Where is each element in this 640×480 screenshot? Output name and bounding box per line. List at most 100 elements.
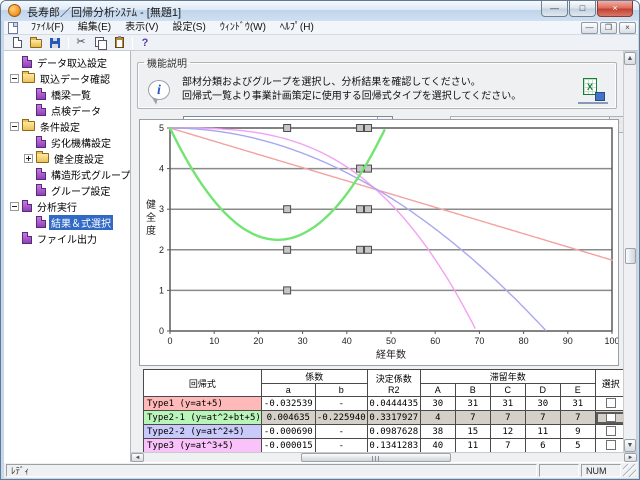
col-header-year-D: D — [525, 384, 560, 397]
cell-year-E: 5 — [560, 439, 595, 453]
mdi-minimize-button[interactable]: — — [581, 22, 598, 34]
tree-item-7[interactable]: 構造形式グループ設定 — [4, 166, 130, 182]
menu-item-0[interactable]: ﾌｧｲﾙ(F) — [24, 21, 71, 35]
minimize-button[interactable]: — — [541, 1, 568, 17]
select-cell — [595, 425, 626, 439]
scroll-down-icon[interactable]: ▼ — [624, 439, 636, 452]
save-button[interactable] — [46, 36, 64, 50]
cell-r2: 0.0987628 — [367, 425, 420, 439]
menu-item-5[interactable]: ﾍﾙﾌﾟ(H) — [273, 21, 321, 35]
new-file-button[interactable] — [8, 36, 26, 50]
tree-item-label: ファイル出力 — [35, 231, 99, 246]
menu-item-3[interactable]: 設定(S) — [165, 21, 212, 35]
horizontal-scrollbar[interactable]: ◄ ► — [131, 452, 637, 462]
tree-item-10[interactable]: 結果＆式選択 — [4, 214, 130, 230]
x-axis-title: 経年数 — [376, 348, 406, 361]
maximize-button[interactable]: □ — [569, 1, 596, 17]
cut-button[interactable]: ✂ — [72, 36, 90, 50]
paste-icon — [115, 37, 124, 48]
open-file-button[interactable] — [27, 36, 45, 50]
tree-item-2[interactable]: 橋梁一覧 — [4, 86, 130, 102]
menu-item-1[interactable]: 編集(E) — [71, 21, 118, 35]
col-header-select: 選択 — [595, 370, 626, 397]
tree-item-5[interactable]: 劣化機構設定 — [4, 134, 130, 150]
cell-year-C: 7 — [490, 411, 525, 425]
x-tick-label: 0 — [167, 336, 172, 346]
y-tick-label: 0 — [159, 326, 164, 336]
plot-border — [170, 128, 612, 331]
x-tick-label: 80 — [519, 336, 529, 346]
help-icon: ? — [142, 37, 149, 49]
help-button[interactable]: ? — [136, 36, 154, 50]
document-icon — [36, 184, 46, 196]
cut-icon: ✂ — [76, 37, 85, 48]
select-checkbox[interactable] — [606, 398, 616, 408]
select-checkbox[interactable] — [606, 426, 616, 436]
tree-item-9[interactable]: 分析実行 — [4, 198, 130, 214]
folder-icon — [36, 153, 49, 163]
tree-item-11[interactable]: ファイル出力 — [4, 230, 130, 246]
cell-year-D: 30 — [525, 397, 560, 411]
menu-item-4[interactable]: ｳｨﾝﾄﾞｳ(W) — [213, 21, 273, 35]
vertical-scroll-thumb[interactable] — [625, 248, 636, 264]
folder-icon — [22, 73, 35, 83]
tree-item-0[interactable]: データ取込設定 — [4, 54, 130, 70]
data-point-marker — [284, 246, 291, 253]
mdi-restore-button[interactable]: ❐ — [600, 22, 617, 34]
col-header-year-B: B — [455, 384, 490, 397]
tree-item-label: データ取込設定 — [35, 55, 109, 70]
excel-export-button[interactable]: X — [578, 76, 608, 104]
tree-item-label: 橋梁一覧 — [49, 87, 93, 102]
data-point-marker — [284, 287, 291, 294]
tree-item-6[interactable]: 健全度設定 — [4, 150, 130, 166]
collapse-icon[interactable] — [10, 74, 19, 83]
table-row-type2-1[interactable]: Type2-1 (y=at^2+bt+5)0.004635-0.2259400.… — [144, 411, 627, 425]
mdi-close-button[interactable]: × — [619, 22, 636, 34]
cell-year-C: 31 — [490, 397, 525, 411]
table-row-type3[interactable]: Type3 (y=at^3+5)-0.000015-0.134128340117… — [144, 439, 627, 453]
mdi-child-icon[interactable] — [8, 22, 18, 34]
cell-year-E: 31 — [560, 397, 595, 411]
x-tick-label: 60 — [430, 336, 440, 346]
info-icon: i — [148, 80, 170, 100]
data-point-marker — [365, 206, 372, 213]
horizontal-scroll-thumb[interactable] — [301, 453, 451, 462]
paste-button[interactable] — [110, 36, 128, 50]
y-tick-label: 1 — [159, 285, 164, 295]
tree-item-8[interactable]: グループ設定 — [4, 182, 130, 198]
table-row-type2-2[interactable]: Type2-2 (y=at^2+5)-0.000690-0.0987628381… — [144, 425, 627, 439]
data-point-marker — [365, 246, 372, 253]
tree-item-label: 健全度設定 — [52, 151, 106, 166]
select-cell — [595, 439, 626, 453]
table-row-type1[interactable]: Type1 (y=at+5)-0.032539-0.04444353031313… — [144, 397, 627, 411]
folder-icon — [22, 121, 35, 131]
copy-button[interactable] — [91, 36, 109, 50]
tree-item-4[interactable]: 条件設定 — [4, 118, 130, 134]
regression-table: 回帰式係数決定係数R2滞留年数選択abABCDEType1 (y=at+5)-0… — [143, 369, 627, 453]
titlebar[interactable]: 長寿郎／回帰分析ｼｽﾃﾑ - [無題1] — □ × — [1, 1, 639, 21]
cell-year-D: 6 — [525, 439, 560, 453]
data-point-marker — [357, 246, 364, 253]
tree-item-label: 分析実行 — [35, 199, 79, 214]
col-header-residence-years: 滞留年数 — [420, 370, 595, 384]
cell-b: -0.225940 — [315, 411, 367, 425]
close-button[interactable]: × — [597, 1, 633, 17]
scroll-up-icon[interactable]: ▲ — [624, 52, 636, 65]
document-icon — [36, 88, 46, 100]
scroll-left-icon[interactable]: ◄ — [131, 453, 144, 462]
select-checkbox[interactable] — [606, 440, 616, 450]
vertical-scrollbar[interactable]: ▲ ▼ — [623, 51, 637, 453]
tree-item-3[interactable]: 点検データ — [4, 102, 130, 118]
resize-grip[interactable] — [623, 464, 636, 477]
instruction-line-1: 部材分類およびグループを選択し、分析結果を確認してください。 — [182, 76, 521, 90]
select-checkbox[interactable] — [606, 412, 616, 422]
collapse-icon[interactable] — [10, 202, 19, 211]
scroll-right-icon[interactable]: ► — [624, 453, 637, 462]
expand-icon[interactable] — [24, 154, 33, 163]
instructions: 部材分類およびグループを選択し、分析結果を確認してください。 回帰式一覧より事業… — [182, 76, 521, 104]
x-tick-label: 50 — [386, 336, 396, 346]
menu-item-2[interactable]: 表示(V) — [118, 21, 165, 35]
collapse-icon[interactable] — [10, 122, 19, 131]
tree-item-1[interactable]: 取込データ確認 — [4, 70, 130, 86]
x-tick-label: 70 — [474, 336, 484, 346]
